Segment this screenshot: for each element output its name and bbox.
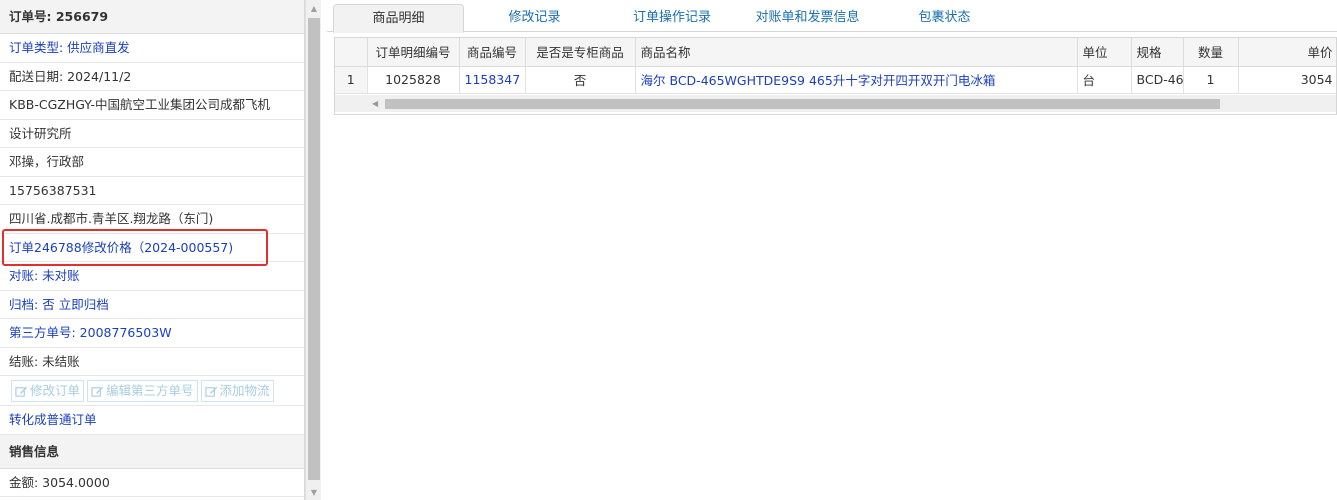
delivery-date: 配送日期: 2024/11/2 (0, 63, 304, 91)
order-info-panel: 订单号: 256679 订单类型: 供应商直发 配送日期: 2024/11/2 … (0, 0, 305, 500)
edit-order-label: 修改订单 (30, 383, 81, 398)
edit-icon (204, 386, 217, 397)
archive-label: 归档: (9, 296, 43, 312)
convert-normal-order-link[interactable]: 转化成普通订单 (0, 406, 304, 435)
left-panel-scrollbar[interactable]: ▲ ▼ (305, 0, 321, 500)
contact-phone: 15756387531 (0, 177, 304, 205)
col-header-detail-no[interactable]: 订单明细编号 (367, 38, 460, 67)
horizontal-scroll-thumb[interactable] (385, 99, 1220, 109)
tab-package-status[interactable]: 包裹状态 (897, 4, 992, 32)
reconcile-status: 对账: 未对账 (0, 262, 304, 291)
edit-order-button[interactable]: 修改订单 (11, 380, 85, 402)
col-header-is-counter[interactable]: 是否是专柜商品 (525, 38, 636, 67)
edit-third-party-button[interactable]: 编辑第三方单号 (87, 380, 198, 402)
order-type: 订单类型: 供应商直发 (0, 34, 304, 63)
scroll-down-icon[interactable]: ▼ (306, 484, 322, 500)
cell-price: 3054 (1238, 66, 1336, 94)
scroll-thumb[interactable] (308, 18, 320, 480)
edit-icon (15, 386, 28, 397)
order-number: 订单号: 256679 (0, 0, 304, 34)
price-change-link[interactable]: 订单246788修改价格（2024-000557) (0, 234, 304, 262)
company-line-1: KBB-CGZHGY-中国航空工业集团公司成都飞机 (0, 91, 304, 120)
col-header-index (335, 38, 368, 67)
cell-qty: 1 (1183, 66, 1239, 94)
sales-info-header: 销售信息 (0, 434, 304, 469)
action-button-row: 修改订单 编辑第三方单号 添加物流 (0, 376, 304, 406)
third-party-number: 第三方单号: 2008776503W (0, 319, 304, 348)
col-header-unit[interactable]: 单位 (1077, 38, 1132, 67)
delivery-address: 四川省.成都市.青羊区.翔龙路（东门) (0, 205, 304, 234)
cell-is-counter: 否 (525, 66, 636, 94)
product-grid: 订单明细编号 商品编号 是否是专柜商品 商品名称 单位 规格 数量 单价 1 1… (334, 37, 1337, 115)
col-header-qty[interactable]: 数量 (1183, 38, 1239, 67)
cell-row-number: 1 (335, 66, 368, 94)
col-header-price[interactable]: 单价 (1238, 38, 1336, 67)
tab-modify-log[interactable]: 修改记录 (477, 4, 592, 32)
company-line-2: 设计研究所 (0, 120, 304, 148)
table-row[interactable]: 1 1025828 1158347 否 海尔 BCD-465WGHTDE9S9 … (335, 66, 1336, 94)
archive-status: 归档: 否 立即归档 (0, 291, 304, 319)
contact-person: 邓操，行政部 (0, 148, 304, 177)
edit-icon (91, 386, 104, 397)
sales-amount: 金额: 3054.0000 (0, 469, 304, 497)
detail-panel: 商品明细 修改记录 订单操作记录 对账单和发票信息 包裹状态 订单明细编号 商品… (327, 0, 1337, 500)
tab-bar: 商品明细 修改记录 订单操作记录 对账单和发票信息 包裹状态 (327, 0, 1337, 33)
tab-operation-log[interactable]: 订单操作记录 (607, 4, 737, 32)
grid-horizontal-scrollbar[interactable]: ◀ (335, 95, 1336, 112)
cell-product-name-link[interactable]: 海尔 BCD-465WGHTDE9S9 465升十字对开四开双开门电冰箱 (635, 66, 1078, 94)
tab-invoice-info[interactable]: 对账单和发票信息 (740, 4, 875, 32)
scroll-up-icon[interactable]: ▲ (306, 0, 322, 16)
col-header-product-name[interactable]: 商品名称 (635, 38, 1078, 67)
cell-detail-no: 1025828 (367, 66, 460, 94)
tab-product-detail[interactable]: 商品明细 (333, 4, 464, 33)
edit-third-party-label: 编辑第三方单号 (106, 383, 194, 398)
settle-status: 结账: 未结账 (0, 348, 304, 376)
col-header-product-no[interactable]: 商品编号 (459, 38, 526, 67)
add-logistics-label: 添加物流 (219, 383, 270, 398)
cell-unit: 台 (1077, 66, 1132, 94)
archive-now-link[interactable]: 立即归档 (59, 297, 109, 312)
grid-header-row: 订单明细编号 商品编号 是否是专柜商品 商品名称 单位 规格 数量 单价 (335, 38, 1336, 67)
cell-spec: BCD-465WGHTDE9S9 (1131, 66, 1184, 94)
add-logistics-button[interactable]: 添加物流 (200, 380, 274, 402)
scroll-left-icon[interactable]: ◀ (372, 99, 378, 108)
archive-value: 否 (42, 296, 55, 312)
col-header-spec[interactable]: 规格 (1131, 38, 1184, 67)
cell-product-no-link[interactable]: 1158347 (459, 66, 526, 94)
